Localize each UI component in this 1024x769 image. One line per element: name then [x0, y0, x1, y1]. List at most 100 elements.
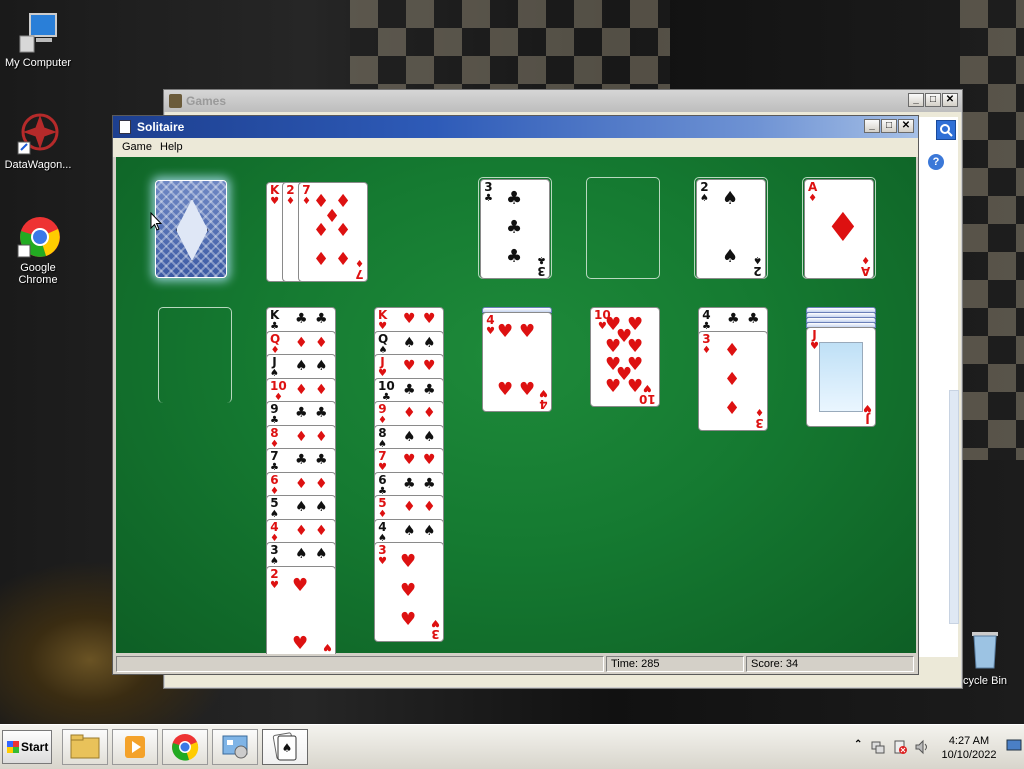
card-pip: ♦	[825, 205, 861, 251]
foundation-card[interactable]: 2 ♠ 2 ♠ ♠ ♠	[696, 179, 766, 279]
card-rank: 10 ♦	[270, 378, 287, 403]
card-rank: 4 ♦	[270, 519, 279, 544]
card-pip: ♣	[727, 311, 740, 327]
solitaire-menu-bar: Game Help	[113, 138, 918, 157]
desktop-icon-datawagon[interactable]: DataWagon...	[0, 112, 76, 171]
card-rank-inverted: 3 ♣	[537, 254, 546, 278]
svg-text:♠: ♠	[282, 741, 293, 755]
solitaire-window[interactable]: Solitaire _ □ ✕ Game Help K♥♥♥2♦♦♦7♦7♦♦♦…	[112, 115, 919, 675]
card-pip: ♥	[403, 311, 416, 327]
games-title-bar[interactable]: Games _ □ ✕	[164, 90, 962, 112]
card-pip: ♣	[506, 217, 523, 238]
card-pip: ♦	[724, 368, 741, 390]
status-bar: Time: 285 Score: 34	[113, 654, 918, 674]
solitaire-close-button[interactable]: ✕	[898, 119, 914, 133]
card-pip: ♠	[423, 522, 436, 539]
start-button[interactable]: Start	[2, 730, 52, 764]
tableau-empty-slot[interactable]	[158, 307, 232, 403]
taskbar-file-explorer[interactable]	[62, 729, 108, 765]
card-pip: ♥	[519, 321, 536, 342]
solitaire-maximize-button[interactable]: □	[881, 119, 897, 133]
mouse-cursor-icon	[150, 212, 162, 231]
desktop-icon-google-chrome[interactable]: Google Chrome	[0, 215, 76, 286]
taskbar: Start ♠ ⌃ 4:27 AM 10/10/2022	[0, 724, 1024, 769]
taskbar-media-player[interactable]	[112, 729, 158, 765]
card-pip: ♠	[295, 358, 308, 374]
desktop-icon-label: cycle Bin	[962, 675, 1008, 687]
card-rank: A ♦	[808, 180, 818, 204]
card-pip: ♠	[423, 334, 436, 351]
clock[interactable]: 4:27 AM 10/10/2022	[934, 734, 1004, 762]
games-maximize-button[interactable]: □	[925, 93, 941, 107]
card-rank: Q ♦	[270, 331, 281, 356]
card-rank: 5 ♠	[270, 496, 279, 520]
computer-icon	[16, 10, 60, 54]
tableau-card[interactable]: 4 ♥ 4 ♥ ♥ ♥ ♥ ♥	[482, 312, 552, 412]
card-rank: 3 ♣	[484, 180, 493, 204]
card-rank: 2 ♥	[270, 566, 279, 591]
games-close-button[interactable]: ✕	[942, 93, 958, 107]
system-tray: ⌃ 4:27 AM 10/10/2022	[846, 727, 1024, 767]
card-pip: ♥	[605, 376, 622, 397]
games-search-button[interactable]	[936, 120, 956, 140]
card-pip: ♦	[724, 339, 741, 361]
stock-pile[interactable]	[155, 180, 227, 278]
card-pip: ♣	[315, 405, 328, 421]
card-pip: ♠	[315, 546, 328, 562]
card-rank: 8 ♠	[378, 425, 387, 450]
network-icon[interactable]	[870, 739, 886, 755]
card-pip: ♦	[403, 405, 416, 421]
tableau-card[interactable]: 10 ♥ 10 ♥ ♥ ♥ ♥ ♥ ♥ ♥ ♥ ♥ ♥ ♥	[590, 307, 660, 407]
card-pip: ♦	[315, 522, 328, 539]
card-rank: K ♣	[270, 308, 280, 332]
help-icon[interactable]: ?	[928, 154, 944, 170]
card-pip: ♠	[722, 188, 739, 209]
card-pip: ♠	[403, 428, 416, 445]
menu-game[interactable]: Game	[118, 140, 156, 154]
games-window-icon	[169, 94, 182, 108]
volume-icon[interactable]	[914, 739, 930, 755]
card-rank: 3 ♠	[270, 543, 279, 567]
wallpaper-checker-top	[350, 0, 670, 90]
card-rank-inverted: 2 ♠	[753, 254, 762, 278]
card-pip: ♣	[315, 311, 328, 327]
show-hidden-icons-icon[interactable]: ⌃	[854, 739, 862, 750]
taskbar-control-panel[interactable]	[212, 729, 258, 765]
taskbar-chrome[interactable]	[162, 729, 208, 765]
games-window-title: Games	[186, 94, 227, 108]
menu-help[interactable]: Help	[156, 140, 187, 154]
solitaire-window-icon	[119, 120, 131, 134]
datawagon-icon	[16, 112, 60, 156]
card-rank-inverted: A ♦	[860, 254, 870, 278]
status-message	[116, 656, 604, 672]
waste-card[interactable]: 7 ♦ 7 ♦ ♦ ♦ ♦ ♦ ♦ ♦ ♦	[298, 182, 368, 282]
solitaire-minimize-button[interactable]: _	[864, 119, 880, 133]
card-pip: ♠	[722, 246, 739, 267]
foundation-slot[interactable]	[586, 177, 660, 279]
desktop-icon-my-computer[interactable]: My Computer	[0, 10, 76, 69]
tableau-card[interactable]: 3 ♦ 3 ♦ ♦ ♦ ♦	[698, 330, 768, 431]
foundation-card[interactable]: A ♦ A ♦ ♦	[804, 179, 874, 279]
folder-icon	[70, 734, 100, 759]
desktop-icon-label: Google Chrome	[18, 262, 58, 286]
card-pip: ♠	[403, 522, 416, 539]
card-pip: ♦	[315, 428, 328, 445]
card-pip: ♦	[313, 249, 330, 270]
card-rank-inverted: 7 ♦	[355, 257, 364, 281]
show-desktop-icon[interactable]	[1006, 739, 1022, 753]
status-time: Time: 285	[606, 656, 744, 672]
tableau-card[interactable]: 3 ♥ 3 ♥ ♥ ♥ ♥	[374, 542, 444, 642]
tableau-card[interactable]: J ♥ J ♥	[806, 327, 876, 427]
tableau-card[interactable]: 2♥2♥♥♥	[266, 565, 336, 666]
foundation-card[interactable]: 3 ♣ 3 ♣ ♣ ♣ ♣	[480, 179, 550, 279]
card-pip: ♥	[403, 452, 416, 468]
game-board[interactable]: K♥♥♥2♦♦♦7♦7♦♦♦♦♦♦♦♦3♣3♣♣♣♣2♠2♠♠♠A♦A♦♦K♣♣…	[116, 157, 916, 666]
card-pip: ♣	[403, 381, 416, 398]
taskbar-solitaire[interactable]: ♠	[262, 729, 308, 765]
action-center-icon[interactable]	[892, 739, 908, 755]
card-pip: ♥	[519, 379, 536, 400]
card-pip: ♥	[497, 321, 514, 342]
solitaire-title-bar[interactable]: Solitaire _ □ ✕	[113, 116, 918, 138]
card-pip: ♦	[315, 334, 328, 351]
games-minimize-button[interactable]: _	[908, 93, 924, 107]
